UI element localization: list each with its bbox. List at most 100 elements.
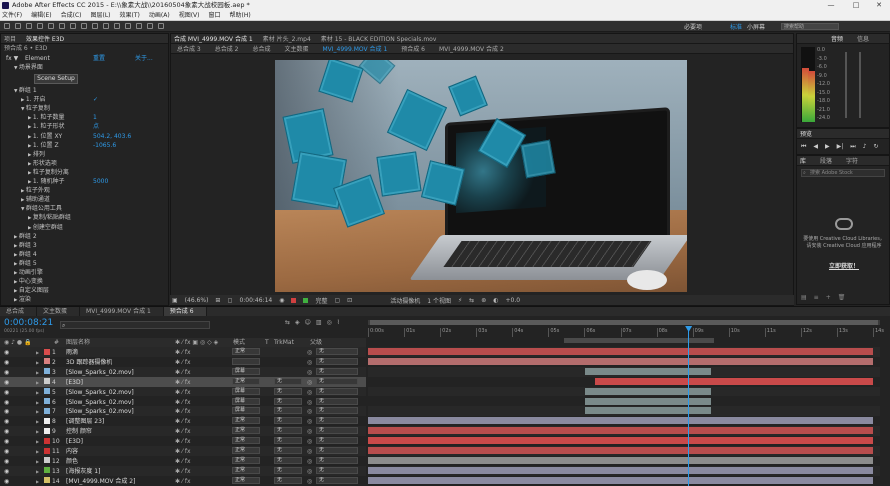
menu-help[interactable]: 帮助(H) — [230, 11, 251, 20]
parent-select[interactable]: 无 — [316, 407, 358, 415]
label-color-swatch[interactable] — [44, 378, 50, 385]
track-matte-select[interactable]: 无 — [274, 437, 302, 445]
effect-property-row[interactable]: ▶ 粒子外观 — [1, 186, 168, 195]
timeline-layer-row[interactable]: ◉ ▶ 9 控制 颜帘 ✱ ⁄ fx 正常 无 ◎ 无 — [0, 426, 366, 437]
parent-select[interactable]: 无 — [316, 437, 358, 445]
blend-mode-select[interactable]: 屏幕 — [232, 367, 260, 375]
parent-select[interactable]: 无 — [316, 456, 358, 464]
parent-pickwhip-icon[interactable]: ◎ — [307, 388, 312, 397]
label-color-swatch[interactable] — [44, 388, 50, 395]
workspace-standard[interactable]: 标准 — [730, 22, 742, 31]
zoom-tool-icon[interactable] — [37, 23, 43, 29]
effect-property-value[interactable]: 1 — [93, 113, 97, 122]
parent-select[interactable]: 无 — [316, 348, 358, 355]
twirl-closed-icon[interactable]: ▶ — [36, 388, 39, 397]
blend-mode-select[interactable] — [232, 357, 260, 365]
blend-mode-select[interactable]: 正常 — [232, 417, 260, 425]
timeline-layer-row[interactable]: ◉ ▶ 7 [Slow_Sparks_02.mov] ✱ ⁄ fx 屏幕 无 ◎ 无 — [0, 406, 366, 417]
parent-select[interactable]: 无 — [316, 387, 358, 395]
flowchart-icon[interactable]: ⊛ — [481, 297, 486, 304]
effect-property-value[interactable]: 点 — [93, 122, 99, 131]
timeline-layer-row[interactable]: ◉ ▶ 14 [MVI_4999.MOV 合成 2] ✱ ⁄ fx 正常 无 ◎ 无 — [0, 475, 366, 486]
layer-duration-bar[interactable] — [368, 476, 873, 484]
effect-property-row[interactable]: ▶ 1. 位置 XY 504.2, 403.6 — [1, 132, 168, 141]
layer-duration-bar[interactable] — [368, 348, 873, 355]
visibility-eye-icon[interactable]: ◉ — [4, 348, 9, 357]
blend-mode-select[interactable]: 正常 — [232, 447, 260, 454]
layer-name[interactable]: [E3D] — [66, 437, 83, 446]
parent-select[interactable]: 无 — [316, 427, 358, 435]
label-color-swatch[interactable] — [44, 447, 50, 454]
reset-link[interactable]: 重置 — [93, 54, 105, 63]
type-tool-icon[interactable] — [103, 23, 109, 29]
get-it-now-link[interactable]: 立即获取！ — [797, 261, 890, 270]
comp-tab-3[interactable]: 总合成 — [252, 44, 270, 53]
tab-audio[interactable]: 音频 — [831, 34, 843, 43]
twirl-closed-icon[interactable]: ▶ — [36, 368, 39, 377]
layer-name[interactable]: 控制 颜帘 — [66, 427, 92, 436]
effect-property-row[interactable]: ▶ 群组 4 — [1, 250, 168, 259]
effect-property-row[interactable]: ▼ 粒子复制 — [1, 104, 168, 113]
layer-switches-icon[interactable]: ✱ ⁄ fx — [175, 447, 191, 456]
twirl-closed-icon[interactable]: ▶ — [36, 398, 39, 407]
visibility-eye-icon[interactable]: ◉ — [4, 427, 9, 436]
layer-duration-bar[interactable] — [595, 377, 873, 385]
layer-duration-bar[interactable] — [585, 367, 712, 375]
layer-switches-icon[interactable]: ✱ ⁄ fx — [175, 368, 191, 377]
layer-duration-bar[interactable] — [585, 397, 712, 405]
blend-mode-select[interactable]: 正常 — [232, 476, 260, 484]
track-matte-select[interactable]: 无 — [274, 427, 302, 435]
menu-edit[interactable]: 编辑(E) — [31, 11, 51, 20]
parent-pickwhip-icon[interactable]: ◎ — [307, 467, 312, 476]
tab-character[interactable]: 字符 — [846, 156, 858, 165]
tab-libraries[interactable]: 库 — [800, 156, 806, 165]
volume-slider-track[interactable] — [845, 52, 847, 118]
layer-name[interactable]: [E3D] — [66, 378, 83, 387]
graph-editor-icon[interactable]: ⌇ — [337, 319, 340, 326]
add-icon[interactable]: + — [826, 294, 831, 301]
visibility-eye-icon[interactable]: ◉ — [4, 407, 9, 416]
track-matte-select[interactable]: 无 — [274, 377, 302, 385]
timeline-layer-row[interactable]: ◉ ▶ 8 [调整图层 23] ✱ ⁄ fx 正常 无 ◎ 无 — [0, 416, 366, 427]
layer-duration-bar[interactable] — [368, 417, 873, 425]
layer-duration-bar[interactable] — [368, 447, 873, 454]
layer-switches-icon[interactable]: ✱ ⁄ fx — [175, 407, 191, 416]
menu-effect[interactable]: 效果(T) — [120, 11, 140, 20]
blend-mode-select[interactable]: 屏幕 — [232, 397, 260, 405]
timeline-layer-row[interactable]: ◉ ▶ 10 [E3D] ✱ ⁄ fx 正常 无 ◎ 无 — [0, 436, 366, 446]
track-matte-select[interactable]: 无 — [274, 387, 302, 395]
parent-select[interactable]: 无 — [316, 417, 358, 425]
label-color-swatch[interactable] — [44, 398, 50, 404]
loop-icon[interactable]: ↻ — [874, 143, 879, 151]
eraser-tool-icon[interactable] — [136, 23, 142, 29]
twirl-closed-icon[interactable]: ▶ — [36, 447, 39, 456]
twirl-closed-icon[interactable]: ▶ — [36, 477, 39, 486]
effect-property-value[interactable]: ✓ — [93, 95, 98, 104]
twirl-closed-icon[interactable]: ▶ — [36, 417, 39, 426]
visibility-eye-icon[interactable]: ◉ — [4, 378, 9, 387]
clone-tool-icon[interactable] — [125, 23, 131, 29]
menu-window[interactable]: 窗口 — [208, 11, 220, 20]
track-matte-select[interactable]: 无 — [274, 466, 302, 474]
menu-file[interactable]: 文件(F) — [2, 11, 22, 20]
timeline-tab-3[interactable]: MVI_4999.MOV 合成 1 — [80, 306, 164, 317]
fast-preview-icon[interactable]: ⚡ — [458, 297, 462, 304]
visibility-eye-icon[interactable]: ◉ — [4, 447, 9, 456]
layer-duration-bar[interactable] — [368, 466, 873, 474]
parent-select[interactable]: 无 — [316, 377, 358, 385]
timeline-tab-2[interactable]: 文主数蛋 — [37, 306, 81, 317]
parent-pickwhip-icon[interactable]: ◎ — [307, 348, 312, 357]
effect-property-row[interactable]: ▶ 辅助通道 — [1, 195, 168, 204]
layer-duration-bar[interactable] — [368, 437, 873, 445]
timeline-layer-row[interactable]: ◉ ▶ 12 颜色 ✱ ⁄ fx 正常 无 ◎ 无 — [0, 455, 366, 466]
mute-icon[interactable]: ♪ — [863, 143, 867, 151]
snapshot-icon[interactable]: ◉ — [279, 297, 284, 304]
track-matte-select[interactable]: 无 — [274, 476, 302, 484]
layer-name[interactable]: [MVI_4999.MOV 合成 2] — [66, 477, 135, 486]
layer-name[interactable]: [Slow_Sparks_02.mov] — [66, 407, 134, 416]
effect-property-row[interactable]: ▼ 群组公用工具 — [1, 204, 168, 213]
views-select[interactable]: 1 个视图 — [427, 296, 451, 305]
blend-mode-select[interactable]: 屏幕 — [232, 407, 260, 415]
visibility-eye-icon[interactable]: ◉ — [4, 457, 9, 466]
track-matte-select[interactable]: 无 — [274, 397, 302, 405]
